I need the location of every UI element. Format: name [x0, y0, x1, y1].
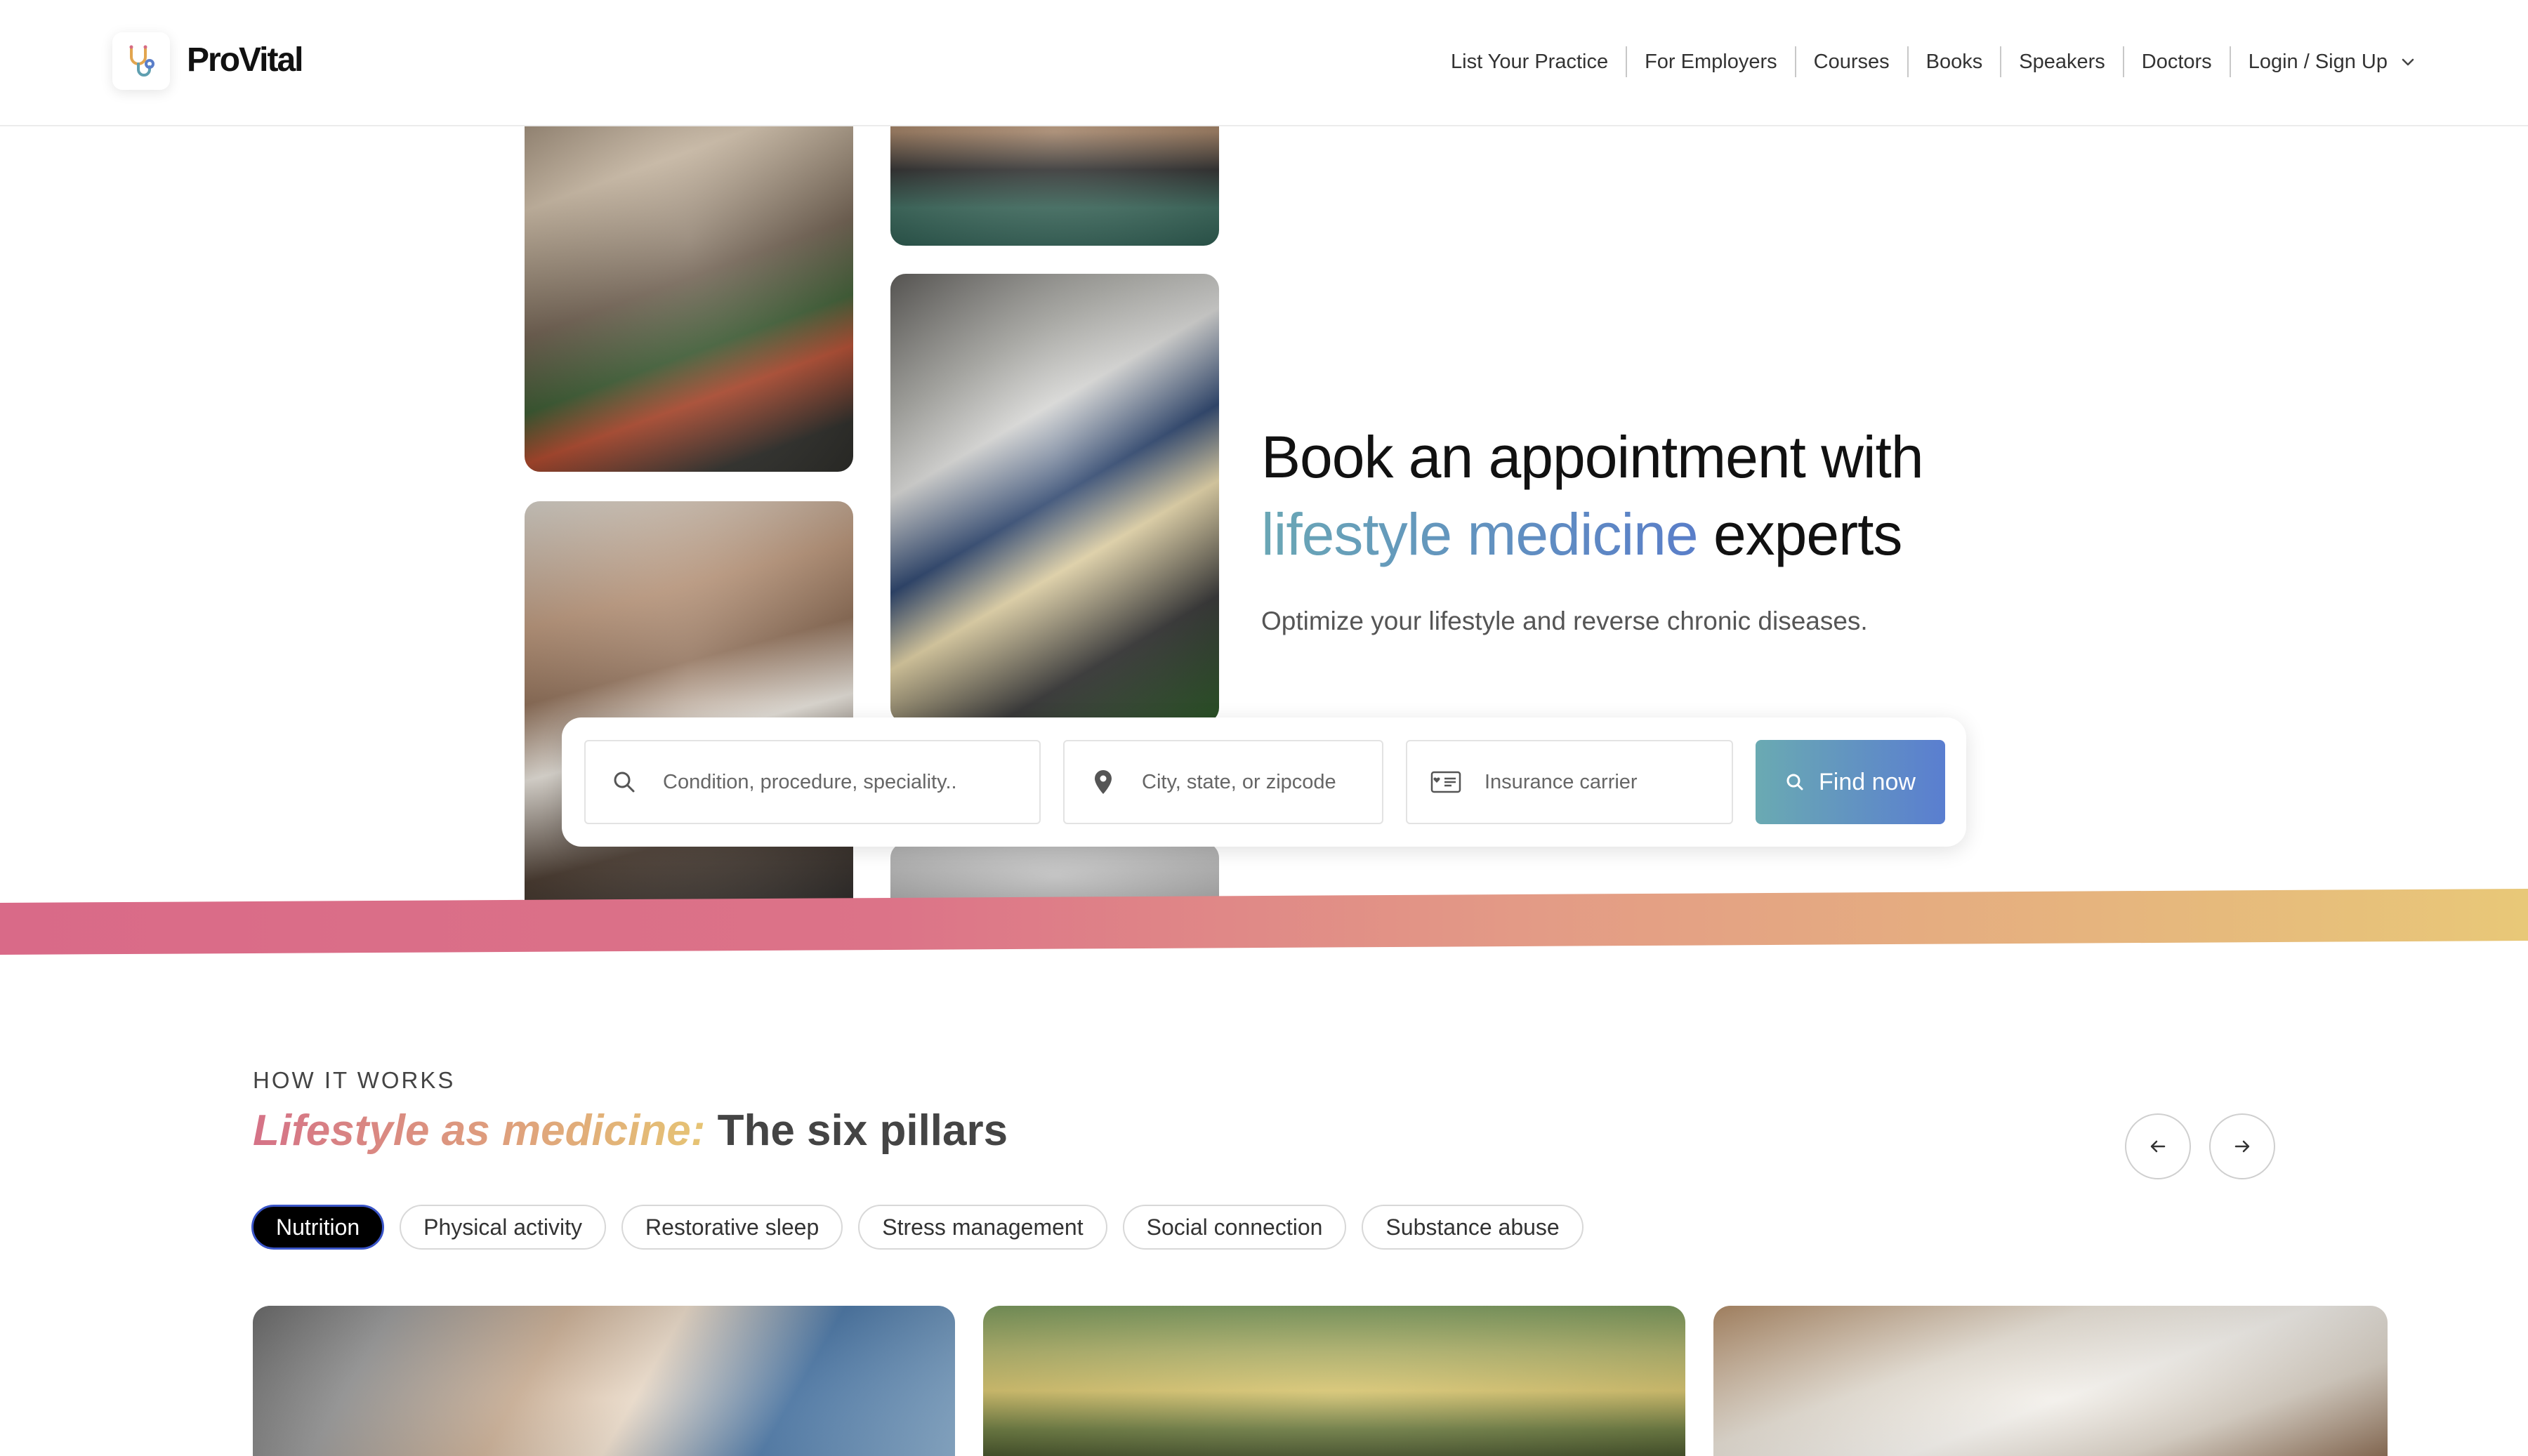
- condition-input[interactable]: [663, 770, 1039, 794]
- brand-name[interactable]: ProVital: [187, 41, 304, 79]
- section-title: Lifestyle as medicine: The six pillars: [253, 1106, 1008, 1156]
- tab-physical-activity[interactable]: Physical activity: [400, 1205, 606, 1250]
- insurance-input[interactable]: [1484, 770, 1732, 794]
- pillar-card-restorative-sleep[interactable]: [1713, 1306, 2388, 1456]
- hero-title-rest: experts: [1697, 501, 1902, 567]
- nav-speakers[interactable]: Speakers: [2001, 46, 2124, 77]
- chevron-down-icon: [2402, 58, 2414, 66]
- hero-title-line1: Book an appointment with: [1261, 424, 1924, 490]
- top-header: ProVital List Your Practice For Employer…: [0, 0, 2528, 126]
- section-eyebrow: HOW IT WORKS: [253, 1067, 456, 1093]
- nav-doctors[interactable]: Doctors: [2124, 46, 2231, 77]
- nav-for-employers[interactable]: For Employers: [1627, 46, 1796, 77]
- tab-social-connection[interactable]: Social connection: [1122, 1205, 1347, 1250]
- pillar-card-nutrition[interactable]: [253, 1306, 955, 1456]
- arrow-right-icon: [2234, 1140, 2250, 1153]
- location-pin-icon: [1095, 770, 1112, 794]
- decorative-gradient-stripe: [0, 889, 2528, 955]
- hero-title: Book an appointment with lifestyle medic…: [1261, 418, 1924, 573]
- logo[interactable]: [112, 32, 170, 90]
- stethoscope-icon: [129, 45, 154, 77]
- section-title-rest: The six pillars: [705, 1106, 1008, 1155]
- insurance-card-icon: [1430, 771, 1461, 793]
- nav-courses[interactable]: Courses: [1796, 46, 1909, 77]
- login-signup-menu[interactable]: Login / Sign Up: [2231, 46, 2416, 77]
- tab-stress-management[interactable]: Stress management: [858, 1205, 1107, 1250]
- nav-books[interactable]: Books: [1909, 46, 2002, 77]
- hero-title-highlight: lifestyle medicine: [1261, 501, 1699, 567]
- find-now-button[interactable]: Find now: [1756, 740, 1945, 824]
- tab-restorative-sleep[interactable]: Restorative sleep: [621, 1205, 843, 1250]
- photo-cooking-couple: [525, 84, 853, 472]
- carousel-next-button[interactable]: [2209, 1113, 2275, 1179]
- tab-substance-abuse[interactable]: Substance abuse: [1362, 1205, 1584, 1250]
- pillar-card-physical-activity[interactable]: [983, 1306, 1685, 1456]
- hero-subtitle: Optimize your lifestyle and reverse chro…: [1261, 607, 1868, 635]
- find-now-label: Find now: [1819, 768, 1916, 795]
- nav-list-your-practice[interactable]: List Your Practice: [1433, 46, 1628, 77]
- photo-smiling-man: [525, 501, 853, 922]
- arrow-left-icon: [2150, 1140, 2166, 1153]
- location-field[interactable]: [1063, 740, 1383, 824]
- login-signup-label: Login / Sign Up: [2248, 51, 2388, 73]
- photo-men-cooking: [890, 274, 1219, 723]
- search-icon: [1786, 774, 1803, 790]
- search-icon: [614, 772, 635, 793]
- section-title-highlight: Lifestyle as medicine:: [253, 1106, 706, 1155]
- insurance-field[interactable]: [1406, 740, 1733, 824]
- condition-field[interactable]: [584, 740, 1041, 824]
- pillar-tabs: Nutrition Physical activity Restorative …: [251, 1205, 1584, 1250]
- tab-nutrition[interactable]: Nutrition: [251, 1205, 385, 1250]
- carousel-prev-button[interactable]: [2125, 1113, 2191, 1179]
- location-input[interactable]: [1142, 770, 1382, 794]
- search-card: Find now: [562, 717, 1966, 847]
- main-nav: List Your Practice For Employers Courses…: [1433, 44, 2416, 80]
